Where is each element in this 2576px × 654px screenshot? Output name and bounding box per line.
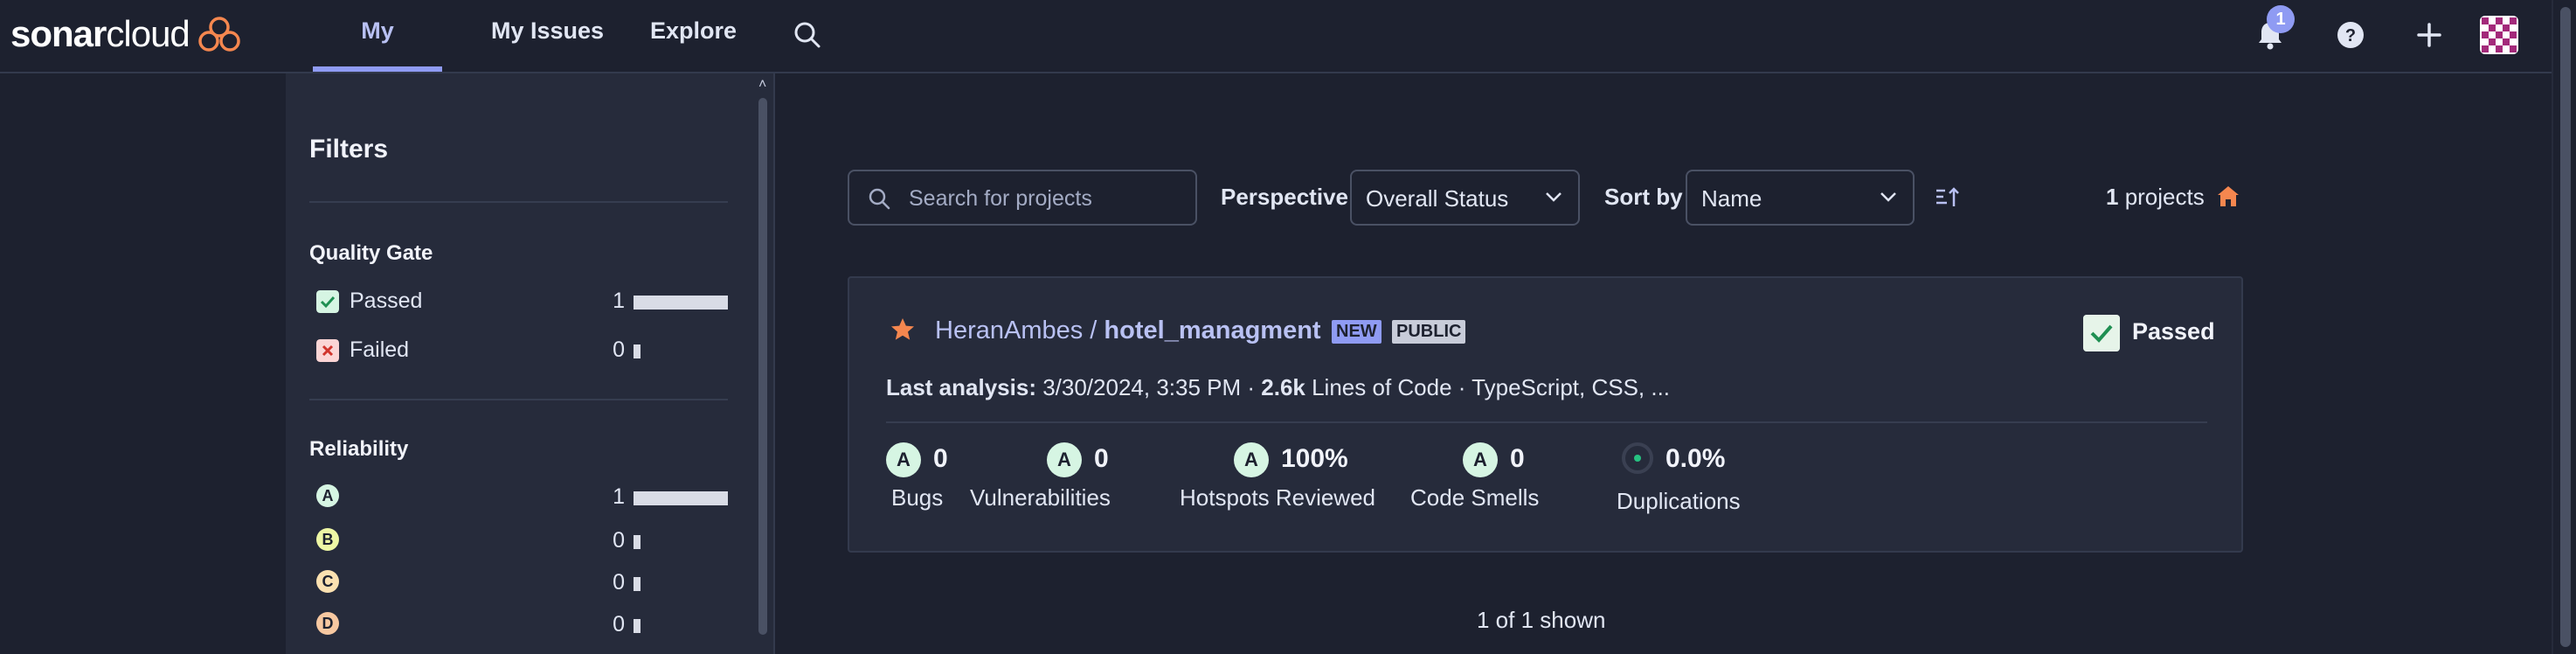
project-card: HeranAmbes / hotel_managment NEW PUBLIC … xyxy=(848,276,2243,553)
quality-gate-heading: Quality Gate xyxy=(309,241,433,265)
sort-ascending-icon[interactable] xyxy=(1935,185,1961,210)
filters-heading: Filters xyxy=(309,135,389,164)
last-analysis-info: Last analysis: 3/30/2024, 3:35 PM · 2.6k… xyxy=(886,374,1671,400)
facet-bar xyxy=(634,619,641,633)
rating-a-badge: A xyxy=(886,442,921,477)
project-search-box[interactable] xyxy=(848,170,1197,226)
facet-count: 0 xyxy=(613,337,625,362)
sort-value: Name xyxy=(1701,185,1762,212)
search-icon xyxy=(869,188,890,210)
cloud-logo-icon xyxy=(198,17,240,52)
facet-count: 0 xyxy=(613,570,625,595)
passed-check-icon xyxy=(316,290,339,313)
results-shown-count: 1 of 1 shown xyxy=(1477,607,1606,633)
facet-item-rating-d[interactable]: D 0 xyxy=(316,612,728,638)
metric-label: Vulnerabilities xyxy=(970,484,1111,511)
reliability-heading: Reliability xyxy=(309,437,409,461)
metric-label: Code Smells xyxy=(1410,484,1540,511)
tab-my-issues[interactable]: My Issues xyxy=(491,0,604,72)
facet-bar xyxy=(634,296,728,310)
tab-my-projects[interactable]: My Projects xyxy=(313,0,442,105)
facet-item-rating-a[interactable]: A 1 xyxy=(316,484,728,511)
failed-x-icon xyxy=(316,339,339,362)
tab-explore[interactable]: Explore xyxy=(650,0,737,72)
facet-item-rating-c[interactable]: C 0 xyxy=(316,570,728,596)
project-owner[interactable]: HeranAmbes xyxy=(935,317,1083,344)
sonarcloud-logo[interactable]: sonarcloud xyxy=(10,10,242,58)
sidebar-scrollbar-thumb[interactable] xyxy=(758,98,767,635)
metric-value[interactable]: 0 xyxy=(1510,444,1525,474)
metric-value[interactable]: 0 xyxy=(933,444,948,474)
facet-label: Failed xyxy=(350,337,410,362)
svg-text:?: ? xyxy=(2345,26,2356,45)
facet-count: 1 xyxy=(613,289,625,313)
rating-a-badge: A xyxy=(1047,442,1082,477)
rating-d-badge: D xyxy=(316,612,339,635)
project-name[interactable]: hotel_managment xyxy=(1104,317,1320,344)
perspective-value: Overall Status xyxy=(1366,185,1509,212)
notification-badge: 1 xyxy=(2267,5,2295,33)
facet-bar xyxy=(634,491,728,505)
metric-label: Bugs xyxy=(891,484,944,511)
quality-gate-status: Passed xyxy=(2132,318,2215,344)
filters-sidebar: ˄ Filters Quality Gate Passed 1 Failed 0… xyxy=(286,73,775,654)
metric-label: Duplications xyxy=(1617,488,1741,514)
facet-count: 0 xyxy=(613,528,625,553)
facet-item-passed[interactable]: Passed 1 xyxy=(316,289,728,315)
duplications-indicator-icon xyxy=(1622,442,1653,474)
facet-label: Passed xyxy=(350,289,423,313)
quality-gate-passed-icon xyxy=(2083,315,2120,351)
facet-bar xyxy=(634,577,641,591)
star-favorite-icon[interactable] xyxy=(890,317,916,343)
search-input[interactable] xyxy=(907,171,1190,226)
divider xyxy=(886,421,2207,423)
project-link[interactable]: HeranAmbes / hotel_managment xyxy=(935,317,1321,345)
rating-c-badge: C xyxy=(316,570,339,593)
metric-value[interactable]: 0 xyxy=(1094,444,1109,474)
search-icon[interactable] xyxy=(792,19,823,51)
home-icon[interactable] xyxy=(2216,184,2240,208)
rating-a-badge: A xyxy=(316,484,339,507)
facet-item-rating-b[interactable]: B 0 xyxy=(316,528,728,554)
chevron-down-icon xyxy=(1880,192,1896,202)
metric-label: Hotspots Reviewed xyxy=(1180,484,1375,511)
logo-text: sonarcloud xyxy=(10,13,190,54)
sort-by-label: Sort by xyxy=(1604,184,1683,210)
divider xyxy=(309,399,728,400)
facet-bar xyxy=(634,535,641,549)
page-scrollbar[interactable] xyxy=(2552,0,2576,654)
project-count: 1 projects xyxy=(2106,184,2205,210)
metric-value[interactable]: 100% xyxy=(1281,444,1348,474)
chevron-down-icon xyxy=(1546,192,1562,202)
visibility-tag: PUBLIC xyxy=(1392,320,1466,344)
metric-value[interactable]: 0.0% xyxy=(1665,444,1725,474)
perspective-label: Perspective xyxy=(1221,184,1348,210)
scroll-up-arrow-icon[interactable]: ˄ xyxy=(758,77,766,93)
rating-a-badge: A xyxy=(1463,442,1498,477)
rating-b-badge: B xyxy=(316,528,339,551)
plus-icon[interactable] xyxy=(2412,17,2447,52)
facet-bar xyxy=(634,344,641,358)
facet-item-failed[interactable]: Failed 0 xyxy=(316,337,728,364)
sort-by-select[interactable]: Name xyxy=(1686,170,1915,226)
perspective-select[interactable]: Overall Status xyxy=(1350,170,1580,226)
new-tag: NEW xyxy=(1332,320,1381,344)
help-icon[interactable]: ? xyxy=(2333,17,2368,52)
page-scrollbar-thumb[interactable] xyxy=(2560,7,2571,647)
user-avatar[interactable] xyxy=(2480,16,2518,54)
facet-count: 1 xyxy=(613,484,625,509)
top-navigation: sonarcloud My Projects My Issues Explore… xyxy=(0,0,2552,105)
rating-a-badge: A xyxy=(1234,442,1269,477)
facet-count: 0 xyxy=(613,612,625,637)
divider xyxy=(309,201,728,203)
